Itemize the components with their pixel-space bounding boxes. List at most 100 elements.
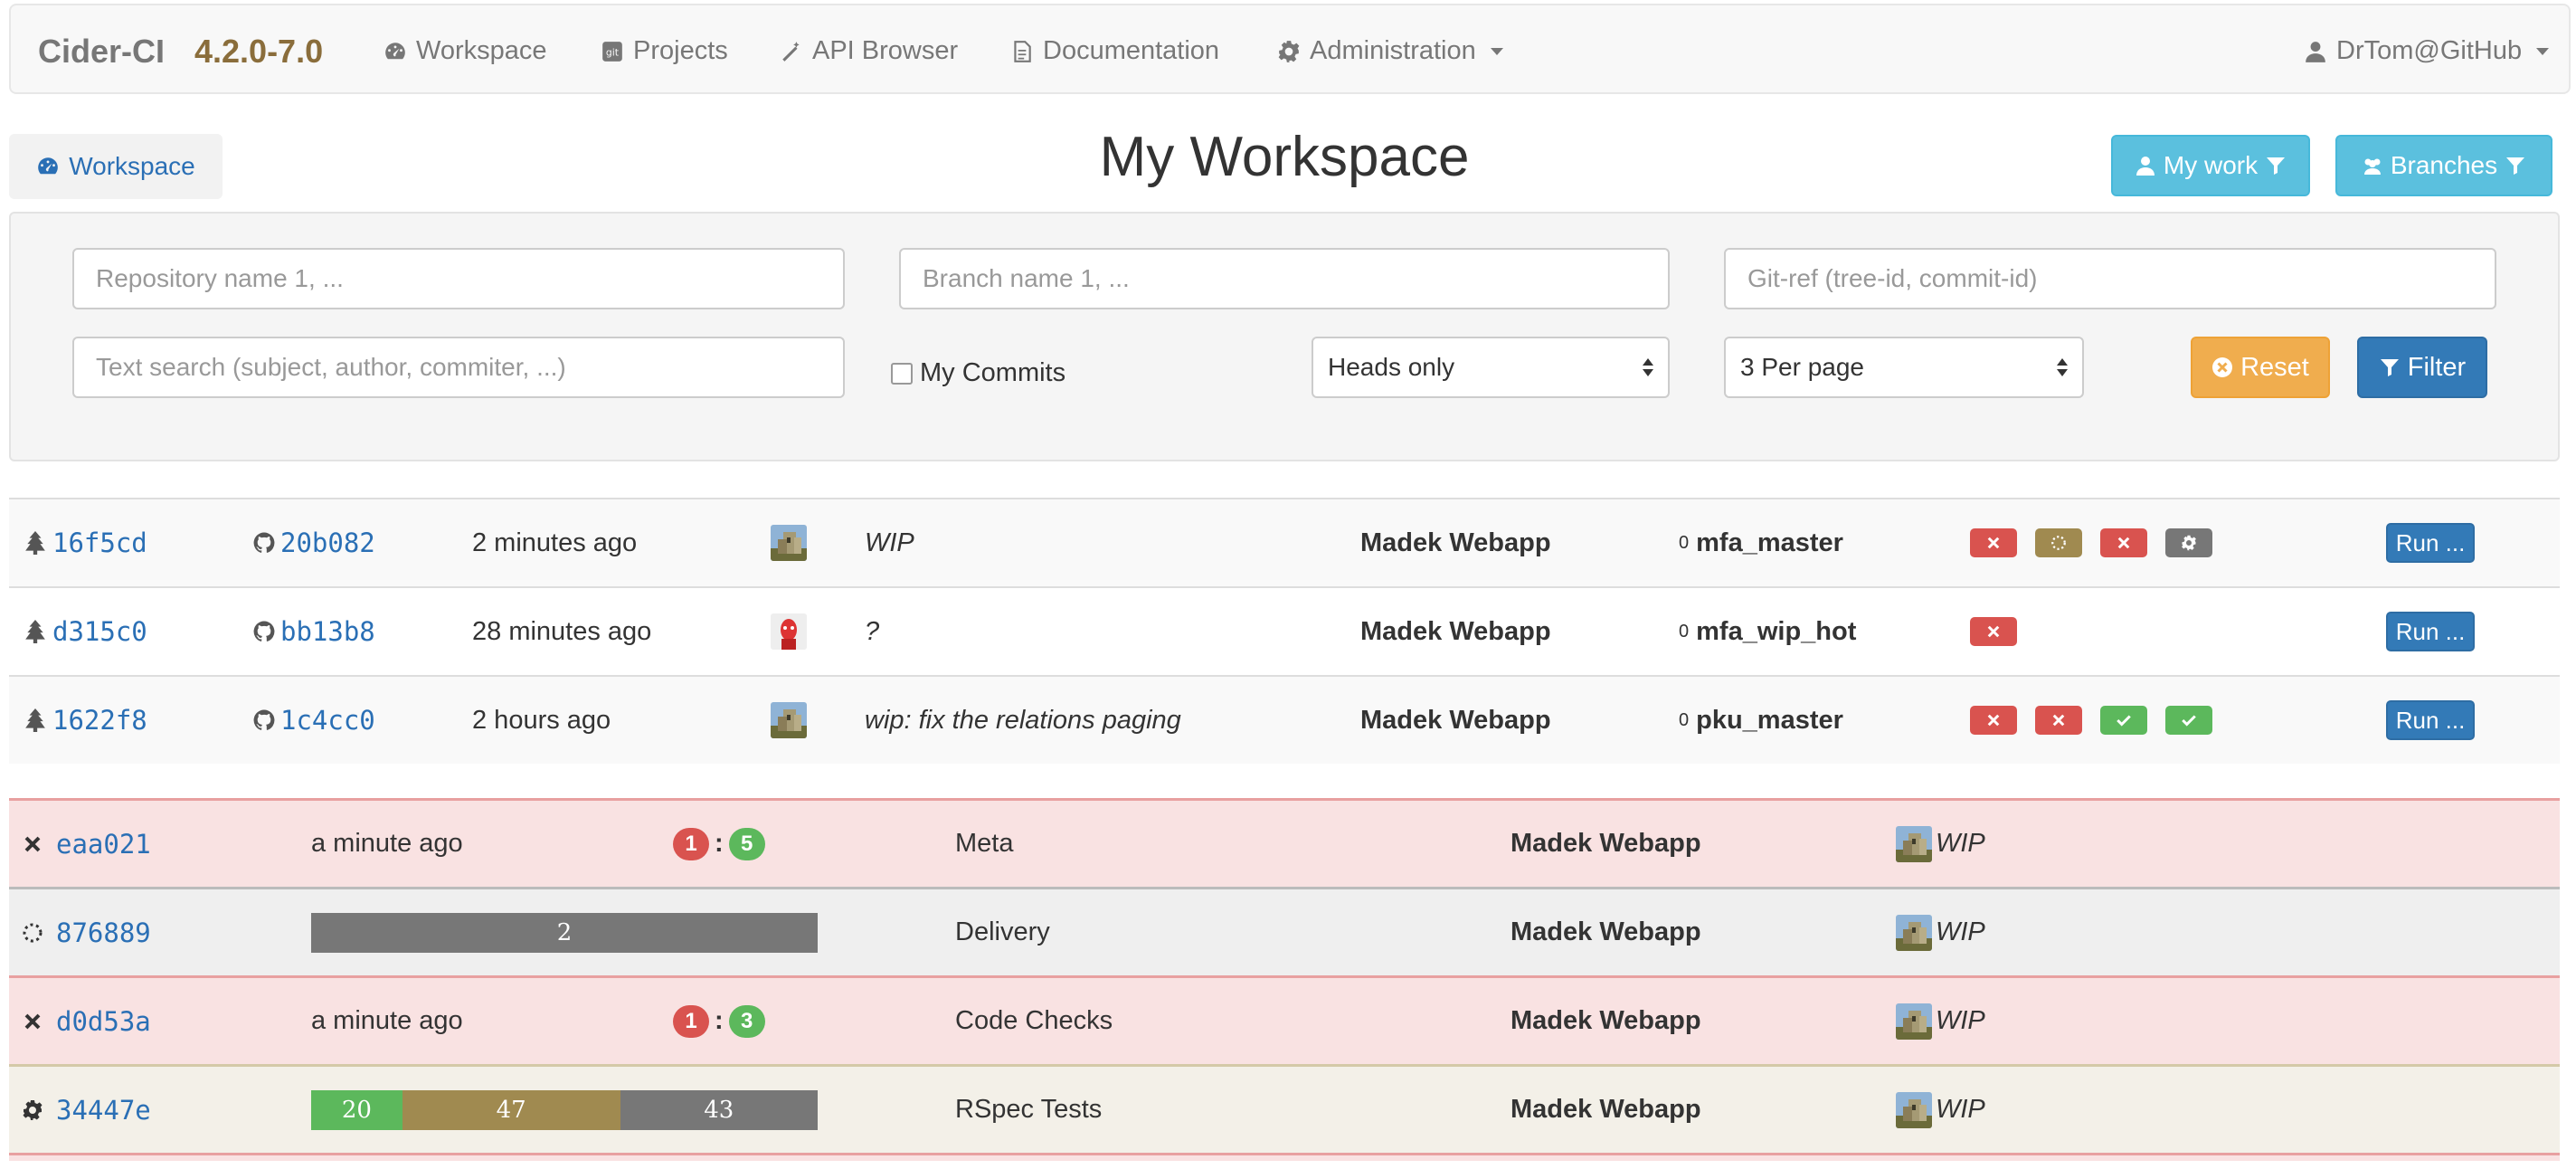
job-time: a minute ago xyxy=(311,829,463,858)
failed-status-icon[interactable] xyxy=(2035,706,2082,735)
status-badges xyxy=(1970,588,2035,675)
job-id[interactable]: eaa021 xyxy=(56,829,151,860)
per-page-select[interactable]: 3 Per page xyxy=(1724,337,2084,398)
failed-status-icon[interactable] xyxy=(1970,528,2017,557)
version-label: 4.2.0-7.0 xyxy=(194,33,324,70)
passed-status-icon[interactable] xyxy=(2165,706,2212,735)
tree-link[interactable]: 16f5cd xyxy=(25,499,147,586)
job-link[interactable]: 34447e xyxy=(22,1067,151,1153)
pending-progress-segment: 43 xyxy=(620,1089,818,1130)
author-avatar xyxy=(771,677,807,764)
job-id[interactable]: 876889 xyxy=(56,917,151,948)
commit-id[interactable]: bb13b8 xyxy=(280,616,375,647)
tree-id[interactable]: 16f5cd xyxy=(52,527,147,558)
users-icon xyxy=(2363,158,2381,175)
user-menu[interactable]: DrTom@GitHub xyxy=(2304,36,2550,66)
repository-input[interactable]: Repository name 1, ... xyxy=(72,248,845,309)
reset-label: Reset xyxy=(2240,352,2309,382)
job-name: RSpec Tests xyxy=(955,1095,1103,1124)
job-commit: WIP xyxy=(1896,1067,1985,1153)
nav-documentation[interactable]: Documentation xyxy=(1010,36,1219,66)
project-name: Madek Webapp xyxy=(1360,616,1551,646)
author-avatar xyxy=(1896,825,1932,862)
commit-row: 1622f8 1c4cc0 2 hours ago wip: fix the rela… xyxy=(9,675,2560,764)
job-name: Meta xyxy=(955,829,1014,858)
commit-row: d315c0 bb13b8 28 minutes ago? Madek Webapp 0… xyxy=(9,586,2560,675)
commits-table: 16f5cd 20b082 2 minutes ago WIP Madek Webapp… xyxy=(9,498,2560,764)
pending-status-icon[interactable] xyxy=(2165,528,2212,557)
project-name: Madek Webapp xyxy=(1511,1006,1701,1035)
breadcrumb-workspace[interactable]: Workspace xyxy=(9,134,223,199)
nav-projects[interactable]: git Projects xyxy=(601,36,728,66)
commit-link[interactable]: 1c4cc0 xyxy=(253,677,375,764)
git-ref-input[interactable]: Git-ref (tree-id, commit-id) xyxy=(1724,248,2496,309)
page-title: My Workspace xyxy=(1099,126,1470,188)
tree-id[interactable]: d315c0 xyxy=(52,616,147,647)
reset-button[interactable]: Reset xyxy=(2191,337,2330,398)
executing-status-icon[interactable] xyxy=(2035,528,2082,557)
run-button[interactable]: Run ... xyxy=(2386,523,2475,563)
failed-status-icon[interactable] xyxy=(2100,528,2147,557)
project-name: Madek Webapp xyxy=(1360,705,1551,735)
failed-count-badge: 1 xyxy=(673,1004,709,1038)
run-button[interactable]: Run ... xyxy=(2386,700,2475,740)
heads-select-value: Heads only xyxy=(1328,353,1455,381)
commit-time: 2 minutes ago xyxy=(472,527,638,557)
nav-administration[interactable]: Administration xyxy=(1277,36,1503,66)
magic-wand-icon xyxy=(782,41,800,62)
filter-icon xyxy=(2506,157,2525,175)
nav-projects-label: Projects xyxy=(633,36,728,65)
branches-label: Branches xyxy=(2390,151,2498,179)
user-icon xyxy=(2306,41,2325,62)
nav-api-browser[interactable]: API Browser xyxy=(780,36,958,66)
my-work-button[interactable]: My work xyxy=(2111,135,2310,196)
job-link[interactable]: 876889 xyxy=(22,889,151,975)
job-link[interactable]: d0d53a xyxy=(22,978,151,1064)
run-button[interactable]: Run ... xyxy=(2386,612,2475,651)
job-link[interactable]: eaa021 xyxy=(22,801,151,887)
branch-input[interactable]: Branch name 1, ... xyxy=(899,248,1670,309)
commit-id[interactable]: 1c4cc0 xyxy=(280,705,375,736)
dashboard-icon xyxy=(385,42,405,59)
text-search-input[interactable]: Text search (subject, author, commiter, … xyxy=(72,337,845,398)
branch-name: mfa_master xyxy=(1696,527,1843,557)
branches-button[interactable]: Branches xyxy=(2335,135,2552,196)
tree-link[interactable]: d315c0 xyxy=(25,588,147,675)
nav-workspace[interactable]: Workspace xyxy=(384,36,547,66)
executing-progress-segment: 47 xyxy=(402,1089,620,1130)
my-commits-checkbox-group[interactable]: My Commits xyxy=(891,358,1065,388)
my-commits-checkbox[interactable] xyxy=(891,362,913,385)
branch-depth: 0 xyxy=(1679,532,1690,553)
failed-status-icon[interactable] xyxy=(1970,617,2017,646)
status-badges xyxy=(1970,499,2230,586)
job-id[interactable]: d0d53a xyxy=(56,1006,151,1037)
commit-id[interactable]: 20b082 xyxy=(280,527,375,558)
brand-name[interactable]: Cider-CI xyxy=(38,33,165,71)
tree-id[interactable]: 1622f8 xyxy=(52,705,147,736)
commit-link[interactable]: bb13b8 xyxy=(253,588,375,675)
dashboard-icon xyxy=(38,157,59,175)
failed-status-icon xyxy=(22,1011,43,1032)
commit-time: 28 minutes ago xyxy=(472,616,652,646)
breadcrumb-label: Workspace xyxy=(69,152,195,180)
commit-subject: WIP xyxy=(1936,829,1985,858)
failed-status-icon[interactable] xyxy=(1970,706,2017,735)
failed-count-badge: 1 xyxy=(673,827,709,860)
jobs-table: eaa021 a minute ago 1:5 Meta Madek Webapp WIP… xyxy=(9,798,2560,1161)
run-cell: Run ... xyxy=(2386,499,2475,586)
heads-select[interactable]: Heads only xyxy=(1312,337,1670,398)
job-id[interactable]: 34447e xyxy=(56,1095,151,1126)
filter-label: Filter xyxy=(2407,352,2467,382)
filter-button[interactable]: Filter xyxy=(2357,337,2487,398)
passed-count-badge: 3 xyxy=(728,1004,765,1038)
filter-icon xyxy=(2267,157,2286,175)
job-commit: WIP xyxy=(1896,889,1985,975)
filter-icon xyxy=(2380,359,2399,376)
my-commits-label: My Commits xyxy=(920,358,1066,387)
pending-progress-segment: 2 xyxy=(311,912,818,953)
commit-link[interactable]: 20b082 xyxy=(253,499,375,586)
passed-status-icon[interactable] xyxy=(2100,706,2147,735)
commit-row: 16f5cd 20b082 2 minutes ago WIP Madek Webapp… xyxy=(9,498,2560,586)
branch-cell: 0 pku_master xyxy=(1679,677,1843,764)
tree-link[interactable]: 1622f8 xyxy=(25,677,147,764)
